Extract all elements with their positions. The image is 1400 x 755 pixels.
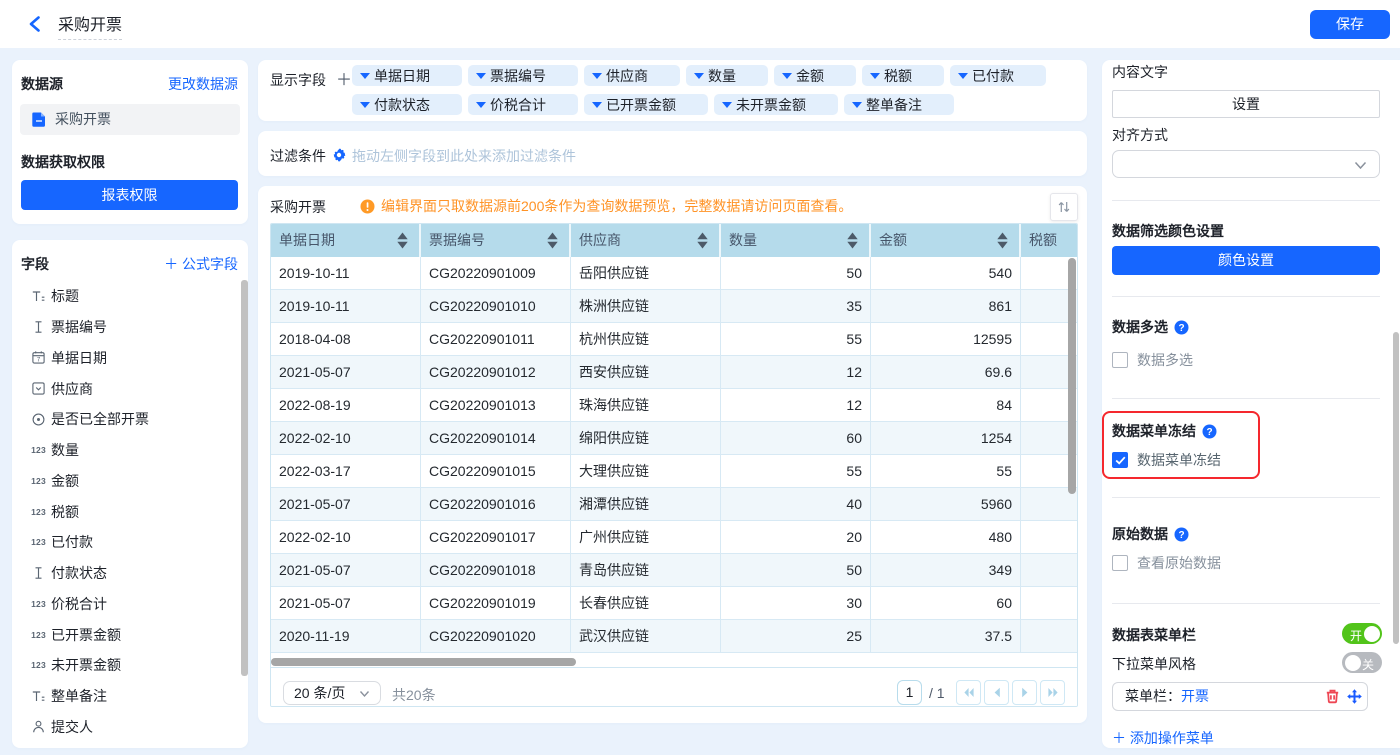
svg-text:?: ?	[1178, 530, 1184, 541]
svg-text:?: ?	[1206, 427, 1212, 438]
svg-text:?: ?	[1178, 323, 1184, 334]
